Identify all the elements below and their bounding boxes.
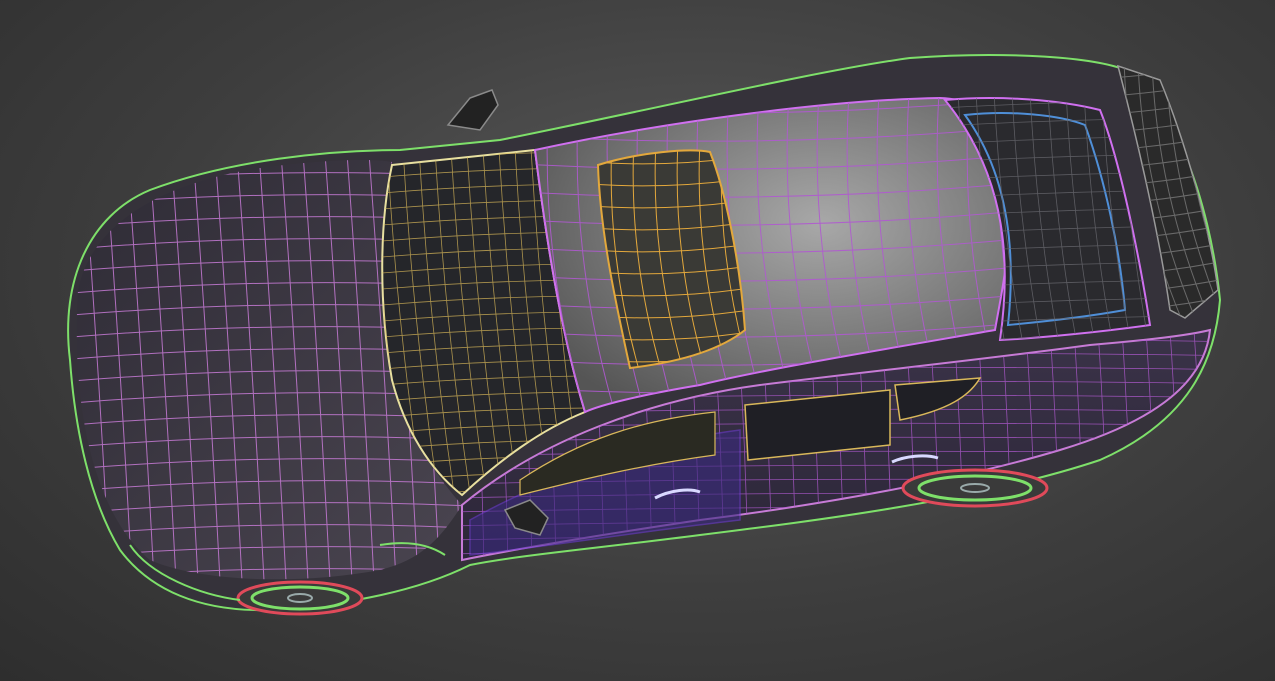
car-wireframe-render[interactable] bbox=[0, 0, 1275, 681]
rear-wheel[interactable] bbox=[901, 468, 1049, 508]
3d-viewport[interactable] bbox=[0, 0, 1275, 681]
side-mirror-left[interactable] bbox=[446, 89, 499, 131]
front-wheel[interactable] bbox=[236, 580, 364, 616]
